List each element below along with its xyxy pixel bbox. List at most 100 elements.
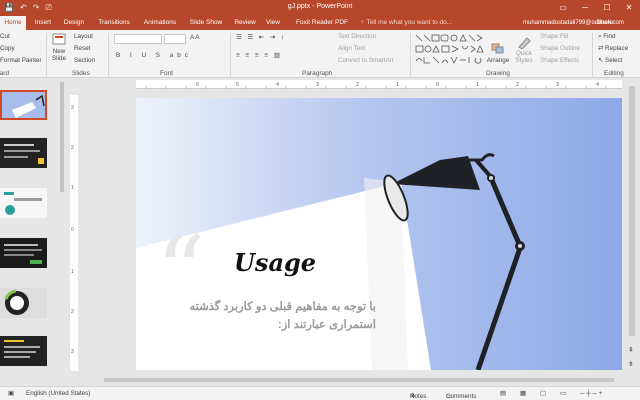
font-group-label: Font [160,70,174,77]
svg-text:3: 3 [71,105,74,111]
editor-vertical-scrollbar[interactable]: ⇞ ⇟ [624,80,640,376]
svg-text:3: 3 [556,82,559,88]
reset-button[interactable]: Reset [74,45,90,52]
layout-button[interactable]: Layout [74,33,93,40]
font-format-buttons[interactable]: B I U S abc [116,52,192,59]
thumbnail-preview [0,238,47,268]
cut-button[interactable]: Cut [0,33,10,40]
quick-styles-button[interactable]: Quick Styles [510,35,538,64]
comments-label: Comments [446,393,477,400]
svg-text:2: 2 [516,82,519,88]
slide-canvas[interactable]: “ Usage با توجه به مفاهیم قبلی دو کاربرد… [136,98,622,370]
shape-fill-button[interactable]: Shape Fill [540,33,568,40]
font-name-box[interactable] [114,34,162,44]
slide-thumbnail[interactable] [0,90,47,120]
section-button[interactable]: Section [74,57,95,64]
prev-slide-icon[interactable]: ⇞ [628,346,634,354]
thumbnail-preview [2,92,45,118]
slide-title[interactable]: Usage [234,248,316,277]
font-size-box[interactable] [164,34,186,44]
clipboard-group-label: oard [0,70,10,77]
replace-label: Replace [605,45,629,52]
status-bar: ▣ English (United States) ≙ Notes ▭ Comm… [0,386,640,400]
maximize-icon[interactable]: ☐ [596,0,618,16]
language-indicator[interactable]: English (United States) [26,390,90,397]
tell-me-search[interactable]: ♀ Tell me what you want to do... [360,16,452,30]
lamp-joint [474,158,492,178]
select-button[interactable]: ↖ Select [598,57,623,64]
tab-view[interactable]: View [262,16,284,30]
convert-smartart-button[interactable]: Convert to SmartArt [338,57,394,64]
thumbnail-preview [0,336,47,366]
thumbnail-scrollbar[interactable] [58,82,66,382]
align-text-button[interactable]: Align Text [338,45,365,52]
replace-icon: ⇄ [598,45,606,52]
copy-button[interactable]: Copy [0,45,15,52]
format-painter-button[interactable]: Format Painter [0,57,42,64]
zoom-slider[interactable]: ─ ┼ ─ + [580,390,602,397]
svg-text:1: 1 [476,82,479,88]
vertical-ruler: 3 2 1 0 1 2 3 [70,95,78,371]
find-button[interactable]: ⌕ Find [598,33,616,41]
svg-text:2: 2 [356,82,359,88]
slide-thumbnail[interactable] [0,138,47,168]
slide-sorter-icon[interactable]: ▦ [520,390,526,397]
slide-thumbnail[interactable] [0,288,47,318]
arrange-label: Arrange [486,57,510,64]
close-icon[interactable]: ✕ [618,0,640,16]
svg-text:1: 1 [71,185,74,191]
svg-text:2: 2 [71,309,74,315]
svg-text:3: 3 [316,82,319,88]
tab-transitions[interactable]: Transitions [94,16,134,30]
lamp-upper-arm [488,177,523,247]
list-buttons[interactable]: ☰ ☰ ⇤ ⇥ ↕ [236,34,286,41]
title-bar: 💾 ↶ ↷ ⎚ gJ.pptx - PowerPoint ▭ ─ ☐ ✕ [0,0,640,16]
lamp-lower-arm [475,247,523,370]
ruler-ticks: 6 5 4 3 2 1 0 1 2 3 4 [145,82,607,89]
shape-effects-button[interactable]: Shape Effects [540,57,579,64]
alignment-buttons[interactable]: ≡ ≡ ≡ ≡ ▥ [236,52,282,59]
slide-thumbnail[interactable] [0,188,47,218]
ribbon-display-icon[interactable]: ▭ [552,0,574,16]
thumbnail-preview [0,138,47,168]
svg-text:3: 3 [71,349,74,355]
replace-button[interactable]: ⇄ Replace [598,45,628,52]
normal-view-icon[interactable]: ▤ [500,390,506,397]
slide-thumbnail-pane [0,80,66,386]
tab-slide-show[interactable]: Slide Show [186,16,226,30]
slide-body-text[interactable]: با توجه به مفاهیم قبلی دو کاربرد گذشته ا… [176,298,376,334]
new-slide-label: New Slide [51,48,66,62]
ribbon: Cut Copy Format Painter oard New Slide L… [0,30,640,78]
editor-horizontal-scrollbar[interactable] [100,376,624,384]
slide-thumbnail[interactable] [0,238,47,268]
document-title: gJ.pptx - PowerPoint [287,3,353,10]
svg-text:1: 1 [396,82,399,88]
slide-thumbnail[interactable] [0,336,47,366]
text-direction-button[interactable]: Text Direction [338,33,376,40]
minimize-icon[interactable]: ─ [574,0,596,16]
vertical-ruler-ticks: 3 2 1 0 1 2 3 [71,105,74,355]
share-button[interactable]: Share [596,16,613,30]
tab-design[interactable]: Design [60,16,88,30]
tab-review[interactable]: Review [232,16,258,30]
paragraph-group-label: Paragraph [302,70,333,77]
quick-styles-icon [518,37,531,49]
svg-text:5: 5 [236,82,239,88]
font-size-controls[interactable]: A A [190,34,199,41]
tab-animations[interactable]: Animations [140,16,180,30]
shapes-gallery[interactable] [414,33,484,67]
next-slide-icon[interactable]: ⇟ [628,360,634,368]
spelling-icon[interactable]: ▣ [8,390,14,397]
shape-outline-button[interactable]: Shape Outline [540,45,580,52]
reading-view-icon[interactable]: ▢ [540,390,546,397]
tab-home[interactable]: Home [0,16,26,30]
arrange-button[interactable]: Arrange [486,42,510,64]
slideshow-view-icon[interactable]: ▭ [560,390,566,397]
svg-text:0: 0 [436,82,439,88]
tab-insert[interactable]: Insert [30,16,56,30]
horizontal-ruler: 6 5 4 3 2 1 0 1 2 3 4 [136,80,622,89]
new-slide-button[interactable]: New Slide [48,33,70,62]
editing-group-label: Editing [604,70,624,77]
tab-foxit-reader-pdf[interactable]: Foxit Reader PDF [294,16,350,30]
drawing-group-label: Drawing [486,70,510,77]
